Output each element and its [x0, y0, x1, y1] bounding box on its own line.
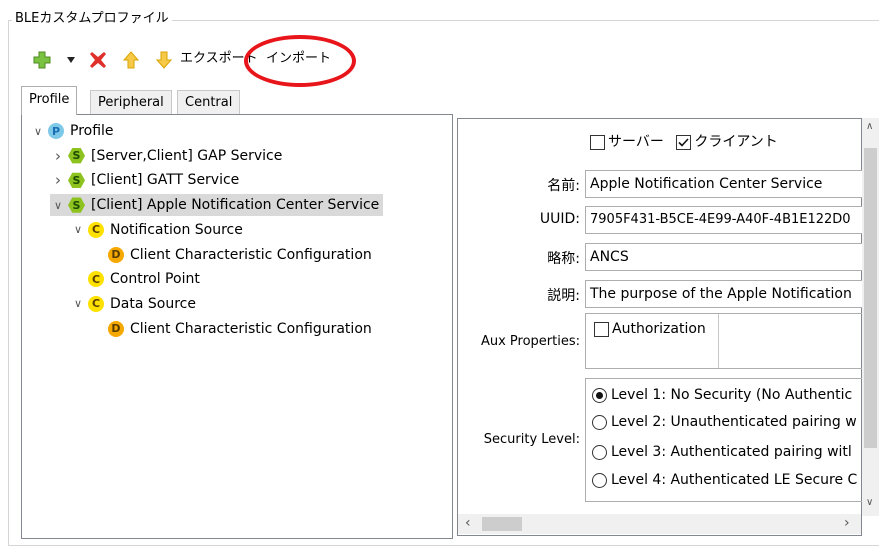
- server-label: サーバー: [608, 134, 664, 150]
- expand-arrow-icon[interactable]: ∨: [70, 297, 86, 310]
- tree-node[interactable]: D Client Characteristic Configuration: [90, 318, 372, 340]
- expand-arrow-icon[interactable]: ∨: [30, 125, 46, 138]
- group-title: BLEカスタムプロファイル: [12, 9, 172, 29]
- client-label: クライアント: [694, 134, 778, 150]
- security-level-label: Security Level:: [483, 432, 580, 447]
- tree-node[interactable]: ∨ P Profile: [30, 120, 114, 142]
- security-level-1[interactable]: Level 1: No Security (No Authentic: [592, 387, 852, 403]
- description-label: 説明:: [547, 288, 580, 304]
- radio-icon[interactable]: [592, 472, 607, 488]
- tree-node-label: Client Characteristic Configuration: [130, 246, 372, 263]
- authorization-label: Authorization: [612, 321, 706, 337]
- client-checkbox[interactable]: [676, 134, 692, 150]
- scroll-left-icon[interactable]: ‹: [465, 515, 471, 531]
- scroll-down-icon[interactable]: ∨: [866, 497, 873, 508]
- security-level-2[interactable]: Level 2: Unauthenticated pairing w: [592, 414, 857, 430]
- tree-node[interactable]: ∨ C Data Source: [70, 293, 196, 315]
- name-field[interactable]: Apple Notification Center Service: [585, 170, 865, 198]
- scroll-right-icon[interactable]: ›: [844, 515, 850, 531]
- tree-node[interactable]: ∨ S [Client] Apple Notification Center Ser…: [50, 194, 384, 217]
- scroll-up-icon[interactable]: ∧: [866, 121, 873, 132]
- server-checkbox[interactable]: [590, 134, 605, 150]
- tree-node-label: Data Source: [110, 295, 196, 312]
- security-level-3[interactable]: Level 3: Authenticated pairing witl: [592, 444, 852, 460]
- node-type-icon: D: [108, 320, 124, 337]
- highlight-circle: [244, 35, 356, 87]
- node-type-icon: C: [88, 271, 104, 288]
- node-type-icon: S: [68, 148, 85, 164]
- collapse-arrow-icon[interactable]: ›: [50, 147, 66, 165]
- tree-node[interactable]: ∨ C Notification Source: [70, 219, 243, 241]
- collapse-arrow-icon[interactable]: ›: [50, 171, 66, 189]
- node-type-icon: P: [48, 123, 64, 139]
- expand-arrow-icon[interactable]: ∨: [70, 223, 86, 236]
- vertical-scroll-thumb[interactable]: [864, 148, 877, 448]
- node-type-icon: S: [68, 172, 85, 189]
- tree-node[interactable]: C Control Point: [70, 268, 200, 290]
- uuid-label: UUID:: [539, 211, 580, 227]
- tree-node-label: Notification Source: [110, 221, 243, 238]
- node-type-icon: C: [88, 295, 104, 312]
- description-field[interactable]: The purpose of the Apple Notification: [585, 280, 865, 308]
- tab-peripheral[interactable]: Peripheral: [90, 90, 172, 114]
- tree-node-label: [Client] GATT Service: [91, 172, 240, 189]
- radio-icon[interactable]: [592, 414, 607, 430]
- tree-node-label: Client Characteristic Configuration: [130, 320, 372, 337]
- expand-arrow-icon[interactable]: ∨: [50, 199, 66, 212]
- security-level-4[interactable]: Level 4: Authenticated LE Secure C: [592, 472, 857, 488]
- add-icon[interactable]: [32, 50, 52, 70]
- tree-node[interactable]: › S [Client] GATT Service: [50, 169, 239, 191]
- radio-icon[interactable]: [592, 444, 607, 460]
- delete-icon[interactable]: [88, 50, 108, 70]
- add-dropdown-icon[interactable]: [64, 50, 78, 70]
- tree-node-label: Control Point: [110, 271, 200, 288]
- tree-node-label: [Server,Client] GAP Service: [91, 147, 283, 164]
- move-down-icon[interactable]: [155, 50, 173, 70]
- name-label: 名前:: [547, 178, 580, 194]
- abbreviation-label: 略称:: [547, 251, 580, 267]
- authorization-checkbox[interactable]: [594, 321, 609, 337]
- tree-node[interactable]: › S [Server,Client] GAP Service: [50, 145, 282, 167]
- abbreviation-field[interactable]: ANCS: [585, 243, 865, 271]
- node-type-icon: C: [88, 221, 104, 238]
- node-type-icon: D: [108, 246, 124, 263]
- tree-node-label: Profile: [70, 123, 114, 139]
- radio-icon[interactable]: [592, 387, 607, 403]
- tab-profile[interactable]: Profile: [21, 86, 78, 115]
- tab-central[interactable]: Central: [177, 90, 241, 114]
- tree-node[interactable]: D Client Characteristic Configuration: [90, 244, 372, 266]
- node-type-icon: S: [68, 197, 85, 213]
- aux-properties-label: Aux Properties:: [480, 334, 580, 349]
- uuid-field[interactable]: 7905F431-B5CE-4E99-A40F-4B1E122D0: [585, 206, 865, 234]
- tree-node-label: [Client] Apple Notification Center Servi…: [91, 197, 380, 214]
- move-up-icon[interactable]: [122, 50, 140, 70]
- horizontal-scroll-thumb[interactable]: [482, 517, 522, 531]
